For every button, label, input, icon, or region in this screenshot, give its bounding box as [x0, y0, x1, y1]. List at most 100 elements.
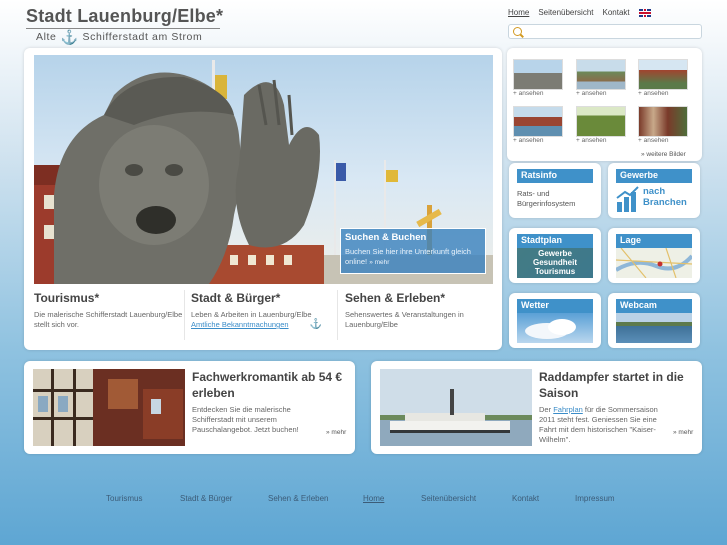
- announcements-link[interactable]: Amtliche Bekanntmachungen: [191, 320, 289, 330]
- anchor-icon: ⚓: [309, 319, 322, 330]
- top-nav-contact[interactable]: Kontakt: [603, 8, 630, 17]
- tile-lage[interactable]: Lage: [608, 228, 700, 283]
- tile-title: Stadtplan: [517, 234, 593, 248]
- teaser-more-link[interactable]: » mehr: [673, 429, 693, 436]
- teaser-title[interactable]: Raddampfer startet in die Saison: [539, 369, 694, 401]
- tile-body: [616, 313, 692, 343]
- search-box: [508, 24, 702, 39]
- gallery-thumb[interactable]: + ansehen: [513, 106, 563, 146]
- booking-description: Buchen Sie hier ihre Unterkunft gleich o…: [345, 247, 471, 266]
- tile-webcam[interactable]: Webcam: [608, 293, 700, 348]
- column-divider: [184, 290, 185, 340]
- thumb-label: + ansehen: [513, 137, 544, 144]
- top-nav-sitemap[interactable]: Seitenübersicht: [538, 8, 593, 17]
- footer-link-city[interactable]: Stadt & Bürger: [180, 494, 232, 503]
- thumb-label: + ansehen: [638, 90, 669, 97]
- column-divider: [337, 290, 338, 340]
- teaser-text: Der Fahrplan für die Sommersaison 2011 s…: [539, 405, 667, 445]
- tile-line: Gewerbe: [538, 249, 572, 258]
- map-icon: [614, 247, 694, 279]
- footer-link-sitemap[interactable]: Seitenübersicht: [421, 494, 476, 503]
- tile-title: Webcam: [616, 299, 692, 313]
- footer-link-contact[interactable]: Kontakt: [512, 494, 539, 503]
- column-tourism[interactable]: Tourismus* Die malerische Schifferstadt …: [34, 291, 184, 330]
- gallery-thumb[interactable]: + ansehen: [513, 59, 563, 99]
- booking-overlay[interactable]: Suchen & Buchen Buchen Sie hier ihre Unt…: [340, 228, 486, 274]
- logo-subtitle: Alte ⚓ Schifferstadt am Strom: [36, 29, 203, 45]
- column-sights[interactable]: Sehen & Erleben* Sehenswertes & Veransta…: [345, 291, 495, 330]
- booking-title: Suchen & Buchen: [345, 232, 427, 243]
- tile-title: Lage: [616, 234, 692, 248]
- bar-chart-icon: [616, 186, 639, 212]
- top-nav: Home Seitenübersicht Kontakt: [508, 8, 651, 17]
- tile-title: Ratsinfo: [517, 169, 593, 183]
- search-icon[interactable]: [513, 27, 522, 36]
- thumb-label: + ansehen: [576, 137, 607, 144]
- site-logo[interactable]: Stadt Lauenburg/Elbe* Alte ⚓ Schiffersta…: [26, 6, 224, 46]
- thumb-label: + ansehen: [638, 137, 669, 144]
- timetable-link[interactable]: Fahrplan: [553, 405, 583, 414]
- tile-line: Branchen: [643, 197, 687, 208]
- tile-caption: nach Branchen: [643, 186, 687, 208]
- teaser-more-link[interactable]: » mehr: [326, 429, 346, 436]
- tile-body: Rats- und Bürgerinfosystem: [517, 183, 593, 213]
- paddle-steamer-photo: [380, 369, 532, 446]
- thumb-label: + ansehen: [513, 90, 544, 97]
- column-title[interactable]: Tourismus*: [34, 291, 184, 305]
- river-photo: [616, 322, 692, 326]
- thumb-image: [638, 106, 688, 137]
- footer-link-imprint[interactable]: Impressum: [575, 494, 615, 503]
- more-pictures-link[interactable]: » weitere Bilder: [641, 151, 686, 158]
- search-input[interactable]: [525, 26, 695, 38]
- gallery-thumb[interactable]: + ansehen: [638, 106, 688, 146]
- booking-more-link[interactable]: » mehr: [369, 259, 389, 266]
- logo-sub-right: Schifferstadt am Strom: [82, 31, 203, 43]
- gallery-thumb[interactable]: + ansehen: [638, 59, 688, 99]
- column-title[interactable]: Sehen & Erleben*: [345, 291, 495, 305]
- tile-gewerbe[interactable]: Gewerbe nach Branchen: [608, 163, 700, 218]
- teaser-title[interactable]: Fachwerkromantik ab 54 € erleben: [192, 369, 347, 401]
- tile-body: [517, 313, 593, 343]
- tile-line: Bürgerinfosystem: [517, 199, 576, 208]
- booking-more-label: mehr: [374, 259, 390, 266]
- teaser-raddampfer[interactable]: Raddampfer startet in die Saison Der Fah…: [371, 361, 702, 454]
- footer-link-tourism[interactable]: Tourismus: [106, 494, 142, 503]
- tile-line: Tourismus: [534, 267, 576, 276]
- column-city[interactable]: Stadt & Bürger* Leben & Arbeiten in Laue…: [191, 291, 331, 330]
- booking-text: Buchen Sie hier ihre Unterkunft gleich o…: [345, 247, 481, 268]
- thumb-image: [513, 59, 563, 90]
- teaser-text: Entdecken Sie die malerische Schiffersta…: [192, 405, 299, 434]
- thumb-label: + ansehen: [576, 90, 607, 97]
- logo-title: Stadt Lauenburg/Elbe*: [26, 6, 224, 26]
- tile-body: nach Branchen: [616, 183, 692, 213]
- logo-divider: [26, 28, 220, 29]
- teaser-fachwerk[interactable]: Fachwerkromantik ab 54 € erleben Entdeck…: [24, 361, 355, 454]
- thumb-image: [576, 59, 626, 90]
- tile-line: Gesundheit: [532, 258, 577, 267]
- column-text: Leben & Arbeiten in Lauenburg/Elbe Amtli…: [191, 310, 331, 330]
- english-flag-icon[interactable]: [638, 8, 651, 17]
- announcements-row: Amtliche Bekanntmachungen ⚓: [191, 320, 322, 330]
- half-timbered-photo: [33, 369, 185, 446]
- tile-body: [614, 247, 694, 279]
- tile-line: nach: [643, 186, 666, 197]
- tile-body: Gewerbe Gesundheit Tourismus: [517, 248, 593, 278]
- footer-link-home[interactable]: Home: [363, 494, 384, 503]
- footer-link-sights[interactable]: Sehen & Erleben: [268, 494, 329, 503]
- anchor-icon: ⚓: [60, 29, 79, 45]
- teaser-text-pre: Der: [539, 405, 552, 414]
- gallery-thumb[interactable]: + ansehen: [576, 59, 626, 99]
- tile-ratsinfo[interactable]: Ratsinfo Rats- und Bürgerinfosystem: [509, 163, 601, 218]
- tile-caption: Gewerbe Gesundheit Tourismus: [517, 248, 593, 278]
- top-nav-home[interactable]: Home: [508, 8, 529, 17]
- column-text: Sehenswertes & Veranstaltungen in Lauenb…: [345, 310, 464, 329]
- tile-stadtplan[interactable]: Stadtplan Gewerbe Gesundheit Tourismus: [509, 228, 601, 283]
- thumb-image: [576, 106, 626, 137]
- column-text: Die malerische Schifferstadt Lauenburg/E…: [34, 310, 183, 329]
- column-title[interactable]: Stadt & Bürger*: [191, 291, 331, 305]
- tile-line: Rats- und: [517, 189, 550, 198]
- thumb-image: [638, 59, 688, 90]
- gallery-thumb[interactable]: + ansehen: [576, 106, 626, 146]
- tile-wetter[interactable]: Wetter: [509, 293, 601, 348]
- cloud-icon: [525, 319, 576, 339]
